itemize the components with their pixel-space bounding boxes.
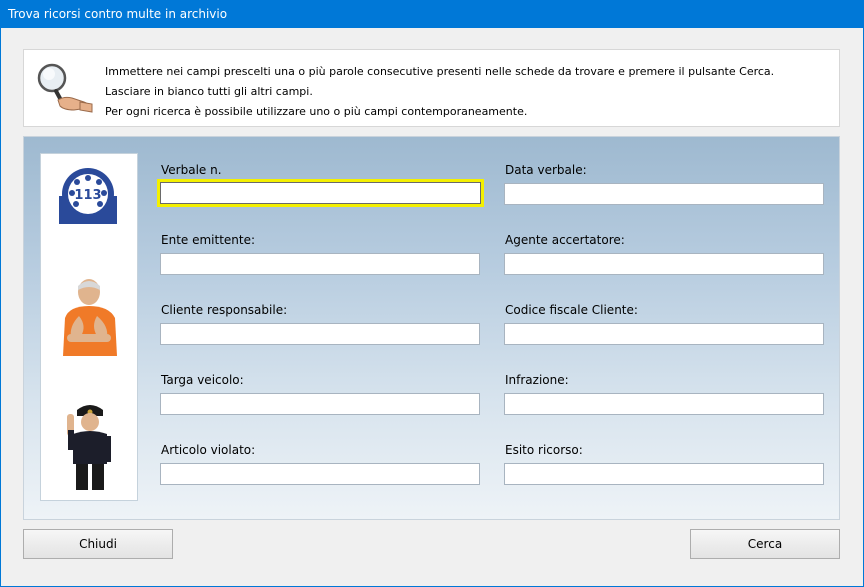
window-title: Trova ricorsi contro multe in archivio [8, 7, 228, 21]
instruction-line: Immettere nei campi prescelti una o più … [105, 65, 775, 78]
close-button[interactable]: Chiudi [23, 529, 173, 559]
vehicle-plate-label: Targa veicolo: [161, 373, 244, 387]
vehicle-plate-input[interactable] [160, 393, 480, 415]
dialog-body: Immettere nei campi prescelti una o più … [1, 28, 863, 586]
title-bar: Trova ricorsi contro multe in archivio [0, 0, 864, 28]
instruction-line: Per ogni ricerca è possibile utilizzare … [105, 105, 528, 118]
issuing-body-input[interactable] [160, 253, 480, 275]
violated-article-label: Articolo violato: [161, 443, 256, 457]
verbale-date-input[interactable] [504, 183, 824, 205]
police-officer-icon [67, 405, 111, 490]
instruction-line: Lasciare in bianco tutti gli altri campi… [105, 85, 313, 98]
verbale-number-input[interactable] [157, 179, 484, 207]
side-illustrations: 113 [40, 153, 138, 501]
verbale-number-label: Verbale n. [161, 163, 222, 177]
magnifier-hand-icon [37, 63, 93, 113]
search-button[interactable]: Cerca [690, 529, 840, 559]
instructions-text: Immettere nei campi prescelti una o più … [105, 62, 774, 122]
client-tax-code-input[interactable] [504, 323, 824, 345]
violated-article-input[interactable] [160, 463, 480, 485]
responsible-client-input[interactable] [160, 323, 480, 345]
instructions-panel: Immettere nei campi prescelti una o più … [23, 49, 840, 127]
responsible-client-label: Cliente responsabile: [161, 303, 288, 317]
infraction-label: Infrazione: [505, 373, 569, 387]
officer-label: Agente accertatore: [505, 233, 625, 247]
officer-input[interactable] [504, 253, 824, 275]
client-tax-code-label: Codice fiscale Cliente: [505, 303, 638, 317]
thinking-man-icon [63, 279, 117, 356]
search-form-panel: 113 Verbale n. Data verbale: Ente emitte… [23, 136, 840, 520]
appeal-outcome-input[interactable] [504, 463, 824, 485]
badge-number: 113 [74, 188, 101, 203]
verbale-date-label: Data verbale: [505, 163, 587, 177]
appeal-outcome-label: Esito ricorso: [505, 443, 583, 457]
issuing-body-label: Ente emittente: [161, 233, 256, 247]
emergency-113-icon: 113 [59, 168, 117, 224]
infraction-input[interactable] [504, 393, 824, 415]
